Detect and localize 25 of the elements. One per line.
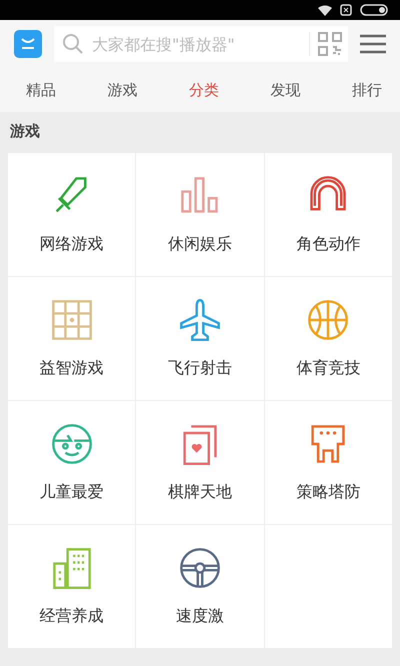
tab[interactable]: 排行 bbox=[352, 76, 382, 104]
category-item[interactable]: 棋牌天地 bbox=[136, 401, 264, 524]
category-item[interactable]: 益智游戏 bbox=[8, 277, 136, 400]
category-item[interactable]: 经营养成 bbox=[8, 525, 136, 648]
search-icon bbox=[62, 33, 84, 55]
category-item[interactable]: 飞行射击 bbox=[136, 277, 264, 400]
section-title: 游戏 bbox=[9, 121, 41, 142]
tab[interactable]: 游戏 bbox=[108, 76, 138, 104]
category-item[interactable]: 儿童最爱 bbox=[8, 401, 136, 524]
category-item[interactable]: 体育竞技 bbox=[264, 277, 392, 400]
category-item[interactable]: 网络游戏 bbox=[8, 153, 136, 276]
sim-icon bbox=[340, 4, 352, 16]
category-item[interactable]: 策略塔防 bbox=[264, 401, 392, 524]
battery-icon bbox=[360, 4, 388, 16]
tab[interactable]: 发现 bbox=[270, 76, 300, 104]
tab[interactable]: 精品 bbox=[26, 76, 56, 104]
category-item[interactable]: 角色动作 bbox=[264, 153, 392, 276]
tab[interactable]: 分类 bbox=[189, 76, 219, 104]
category-item[interactable]: 休闲娱乐 bbox=[136, 153, 264, 276]
wifi-icon bbox=[318, 4, 332, 16]
search-bar[interactable]: 大家都在搜"播放器" bbox=[54, 26, 348, 62]
app-logo-icon[interactable] bbox=[14, 30, 42, 58]
category-item[interactable]: 速度激 bbox=[136, 525, 264, 648]
menu-icon[interactable] bbox=[360, 34, 386, 54]
qr-code-icon[interactable] bbox=[318, 32, 342, 56]
